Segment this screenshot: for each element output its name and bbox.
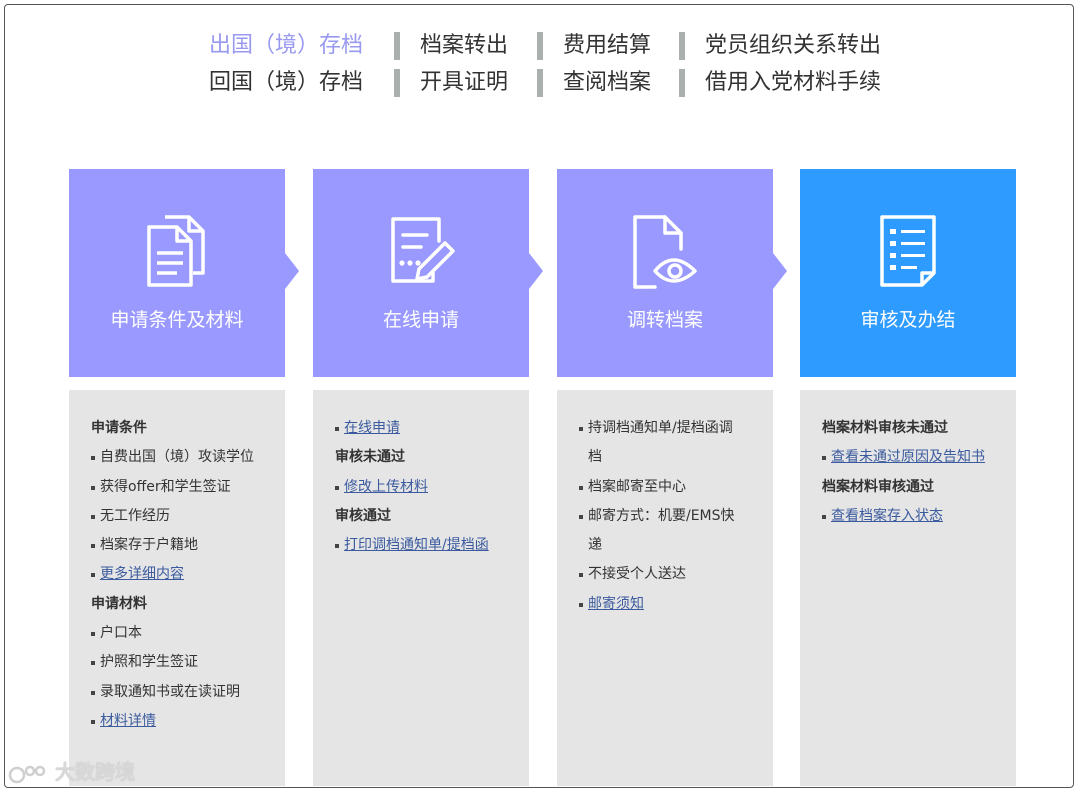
list-item: 查看未通过原因及告知书 xyxy=(822,443,1016,472)
nav-issue-certificate[interactable]: 开具证明 xyxy=(420,65,508,101)
list-item: 户口本 xyxy=(91,619,285,648)
list-item: 获得offer和学生签证 xyxy=(91,473,285,502)
step-transfer-archive[interactable]: 调转档案 xyxy=(557,169,773,377)
panel-review-completion: 档案材料审核未通过 查看未通过原因及告知书 档案材料审核通过 查看档案存入状态 xyxy=(800,390,1016,786)
nav-row-2: 回国（境）存档 开具证明 查阅档案 借用入党材料手续 xyxy=(0,65,1080,101)
list-item: 不接受个人送达 xyxy=(579,560,773,589)
nav-separator xyxy=(394,69,400,97)
list-item-continuation: 档 xyxy=(588,449,602,466)
step-arrow xyxy=(529,253,543,289)
nav-return-archive[interactable]: 回国（境）存档 xyxy=(209,65,363,101)
list-item: 更多详细内容 xyxy=(91,560,285,589)
documents-icon xyxy=(147,215,205,287)
list-item: 档案存于户籍地 xyxy=(91,531,285,560)
nav-separator xyxy=(537,32,543,60)
nav-archive-transfer-out[interactable]: 档案转出 xyxy=(420,28,508,64)
panel-application-conditions: 申请条件 自费出国（境）攻读学位 获得offer和学生签证 无工作经历 档案存于… xyxy=(69,390,285,786)
panel-heading: 审核未通过 xyxy=(335,449,405,466)
print-notice-link[interactable]: 打印调档通知单/提档函 xyxy=(344,537,489,553)
mailing-notice-link[interactable]: 邮寄须知 xyxy=(588,596,644,612)
watermark-text: 大数跨境 xyxy=(54,760,135,784)
list-item: 在线申请 xyxy=(335,414,529,443)
view-archive-status-link[interactable]: 查看档案存入状态 xyxy=(831,508,943,524)
list-item: 邮寄须知 xyxy=(579,590,773,619)
nav-separator xyxy=(679,69,685,97)
list-item-continuation: 递 xyxy=(588,537,602,554)
list-item: 材料详情 xyxy=(91,707,285,736)
step-review-completion[interactable]: 审核及办结 xyxy=(800,169,1016,377)
step-label: 审核及办结 xyxy=(860,309,956,331)
panel-heading: 申请材料 xyxy=(91,595,147,612)
step-arrow xyxy=(773,253,787,289)
nav-borrow-party-materials[interactable]: 借用入党材料手续 xyxy=(705,65,881,101)
panel-heading: 审核通过 xyxy=(335,507,391,524)
step-label: 申请条件及材料 xyxy=(110,309,244,331)
material-details-link[interactable]: 材料详情 xyxy=(100,713,156,729)
watermark-logo-icon xyxy=(8,765,46,783)
more-details-link[interactable]: 更多详细内容 xyxy=(100,566,184,582)
online-application-link[interactable]: 在线申请 xyxy=(344,420,400,436)
view-rejection-reason-link[interactable]: 查看未通过原因及告知书 xyxy=(831,449,985,465)
list-item: 自费出国（境）攻读学位 xyxy=(91,443,285,472)
panel-heading: 申请条件 xyxy=(91,420,147,436)
panel-heading: 档案材料审核通过 xyxy=(822,478,934,495)
list-item: 打印调档通知单/提档函 xyxy=(335,531,529,560)
step-arrow xyxy=(285,253,299,289)
panel-online-application: 在线申请 审核未通过 修改上传材料 审核通过 打印调档通知单/提档函 xyxy=(313,390,529,786)
nav-separator xyxy=(394,32,400,60)
nav-overseas-archive[interactable]: 出国（境）存档 xyxy=(209,28,363,64)
list-item: 档案邮寄至中心 xyxy=(579,473,773,502)
nav-consult-archive[interactable]: 查阅档案 xyxy=(563,65,651,101)
step-label: 在线申请 xyxy=(382,309,459,331)
step-online-application[interactable]: 在线申请 xyxy=(313,169,529,377)
list-item: 录取通知书或在读证明 xyxy=(91,678,285,707)
file-view-icon xyxy=(633,215,697,289)
edit-form-icon xyxy=(391,217,455,283)
step-application-conditions[interactable]: 申请条件及材料 xyxy=(69,169,285,377)
list-item: 护照和学生签证 xyxy=(91,648,285,677)
panel-heading: 档案材料审核未通过 xyxy=(822,420,948,436)
list-item: 无工作经历 xyxy=(91,502,285,531)
checklist-icon xyxy=(880,215,936,287)
list-item: 修改上传材料 xyxy=(335,473,529,502)
watermark: 大数跨境 xyxy=(8,758,135,786)
nav-party-relation-transfer[interactable]: 党员组织关系转出 xyxy=(705,28,881,64)
step-label: 调转档案 xyxy=(626,309,703,331)
nav-row-1: 出国（境）存档 档案转出 费用结算 党员组织关系转出 xyxy=(0,28,1080,64)
nav-fee-settlement[interactable]: 费用结算 xyxy=(563,28,651,64)
list-item: 查看档案存入状态 xyxy=(822,502,1016,531)
panel-transfer-archive: 持调档通知单/提档函调 档 档案邮寄至中心 邮寄方式：机要/EMS快 递 不接受… xyxy=(557,390,773,786)
list-item: 邮寄方式：机要/EMS快 xyxy=(579,502,773,531)
nav-separator xyxy=(679,32,685,60)
modify-upload-link[interactable]: 修改上传材料 xyxy=(344,479,428,495)
list-item: 持调档通知单/提档函调 xyxy=(579,414,773,443)
nav-separator xyxy=(537,69,543,97)
